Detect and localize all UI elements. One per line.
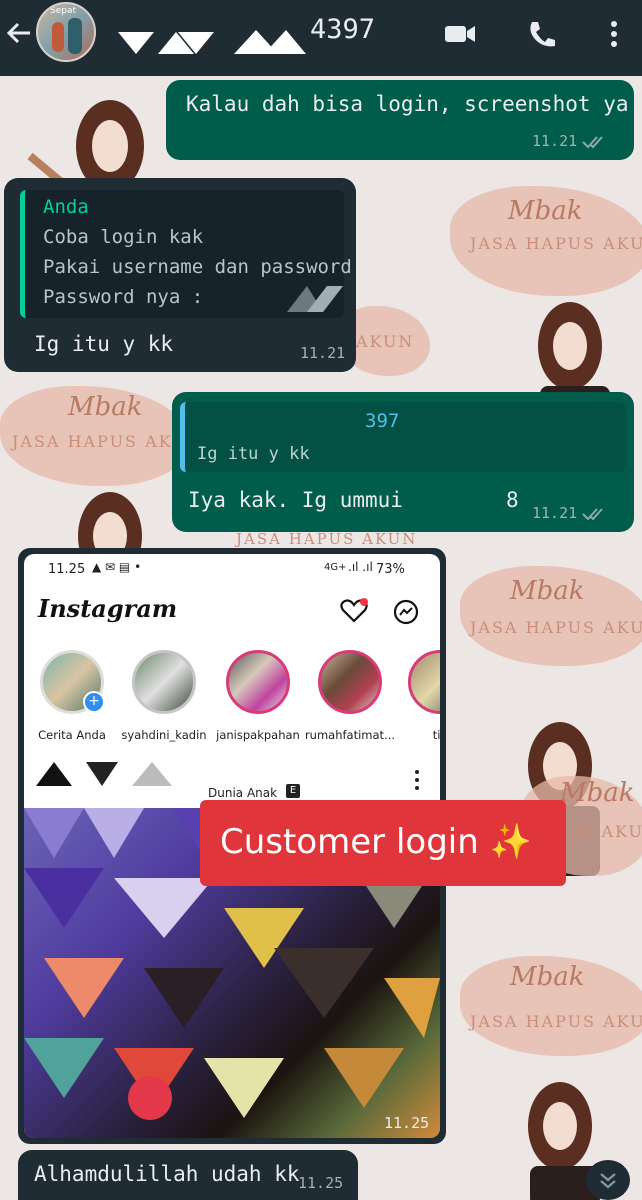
chat-header: Sepat 4397: [0, 0, 642, 76]
message-text: Alhamdulillah udah kk: [34, 1162, 300, 1186]
avatar-badge: Sepat: [50, 6, 77, 16]
wallpaper-tagline: AKUN: [356, 332, 415, 351]
wallpaper-tagline: JASA HAPUS AKUN: [470, 618, 642, 637]
scroll-to-bottom-button[interactable]: [586, 1160, 630, 1200]
wallpaper-brand: Mbak: [510, 962, 585, 992]
more-vert-icon[interactable]: [594, 14, 634, 54]
contact-name[interactable]: 4397: [118, 12, 378, 56]
redaction-mark: [287, 286, 343, 312]
banner-text: Customer login ✨: [220, 822, 532, 862]
message-bubble-outgoing[interactable]: Kalau dah bisa login, screenshot ya kk 1…: [166, 80, 642, 160]
story-item: janispakpahan: [216, 650, 300, 742]
message-bubble-outgoing[interactable]: 397 Ig itu y kk Iya kak. Ig ummui 8 11.2…: [172, 392, 634, 532]
instagram-logo: Instagram: [38, 594, 178, 623]
post-author: Dunia Anak: [208, 786, 278, 800]
wallpaper-tagline: JASA HAPUS AKUN: [470, 234, 642, 253]
more-vert-icon: [415, 770, 419, 790]
avatar[interactable]: Sepat: [36, 2, 96, 62]
message-text: Iya kak. Ig ummui: [188, 488, 403, 512]
story-item: syahdini_kadin: [121, 650, 207, 742]
wallpaper-brand: Mbak: [508, 196, 583, 226]
wallpaper-tagline: JASA HAPUS AKUN: [470, 1012, 642, 1031]
wallpaper-tagline: JASA HAPUS AKUN: [236, 530, 418, 548]
video-call-icon[interactable]: [440, 14, 480, 54]
wallpaper-tagline: JASA HAPUS AK: [12, 432, 173, 451]
quoted-message[interactable]: Anda Coba login kak Pakai username dan p…: [20, 190, 352, 318]
quote-author: Anda: [43, 196, 89, 218]
story-label: Cerita Anda: [38, 728, 106, 742]
customer-login-banner: Customer login ✨: [200, 800, 566, 886]
voice-call-icon[interactable]: [522, 14, 562, 54]
phone-status-bar: 11.25 ▲ ✉ ▤ • 4G+ .ıl .ıl 73%: [24, 554, 440, 586]
arrow-left-icon[interactable]: [4, 18, 34, 48]
status-network: 4G+: [324, 562, 347, 573]
story-item: rumahfatimat...: [305, 650, 395, 742]
redaction-mark: [118, 32, 214, 54]
message-time: 11.21: [532, 504, 578, 522]
wallpaper-brand: Mbak: [510, 576, 585, 606]
quote-line: Pakai username dan password: [43, 256, 352, 278]
message-time: 11.25: [384, 1114, 430, 1132]
quote-text: Ig itu y kk: [197, 444, 310, 464]
message-bubble-incoming[interactable]: Alhamdulillah udah kk 11.25: [18, 1150, 358, 1200]
double-check-icon: [582, 508, 603, 521]
message-text-suffix: 8: [506, 488, 519, 512]
redaction-mark: [234, 30, 306, 54]
quoted-message[interactable]: 397 Ig itu y kk: [180, 402, 626, 472]
message-text: Ig itu y kk: [34, 332, 174, 356]
double-check-icon: [582, 136, 603, 149]
add-story-icon: +: [83, 691, 105, 713]
message-time: 11.25: [298, 1174, 344, 1192]
story-label: tiy: [432, 728, 440, 742]
messenger-icon: [393, 599, 419, 625]
wallpaper-brand: Mbak: [68, 392, 143, 422]
story-label: rumahfatimat...: [304, 728, 396, 742]
story-item: tiy: [404, 650, 440, 742]
redaction-mark: [36, 762, 172, 786]
status-time: 11.25: [48, 562, 86, 577]
quote-line: Coba login kak: [43, 226, 204, 248]
status-battery: 73%: [376, 562, 405, 577]
signal-icon: .ıl .ıl: [348, 560, 373, 574]
post-badge: E: [286, 784, 300, 798]
wallpaper-brand: Mbak: [560, 778, 635, 808]
wallpaper-tagline: US AKUN: [566, 822, 642, 841]
status-icons: ▲ ✉ ▤ •: [92, 560, 142, 574]
heart-icon: [340, 598, 368, 623]
message-text: Kalau dah bisa login, screenshot ya kk: [186, 92, 642, 116]
story-label: syahdini_kadin: [121, 728, 207, 742]
story-label: janispakpahan: [216, 728, 300, 742]
message-bubble-incoming[interactable]: Anda Coba login kak Pakai username dan p…: [4, 178, 356, 372]
quote-author: 397: [365, 410, 400, 432]
quote-line: Password nya :: [43, 286, 204, 308]
message-time: 11.21: [532, 132, 578, 150]
double-chevron-down-icon: [600, 1173, 616, 1189]
story-item: + Cerita Anda: [36, 650, 108, 742]
contact-name-text: 4397: [310, 14, 376, 45]
message-time: 11.21: [300, 344, 346, 362]
